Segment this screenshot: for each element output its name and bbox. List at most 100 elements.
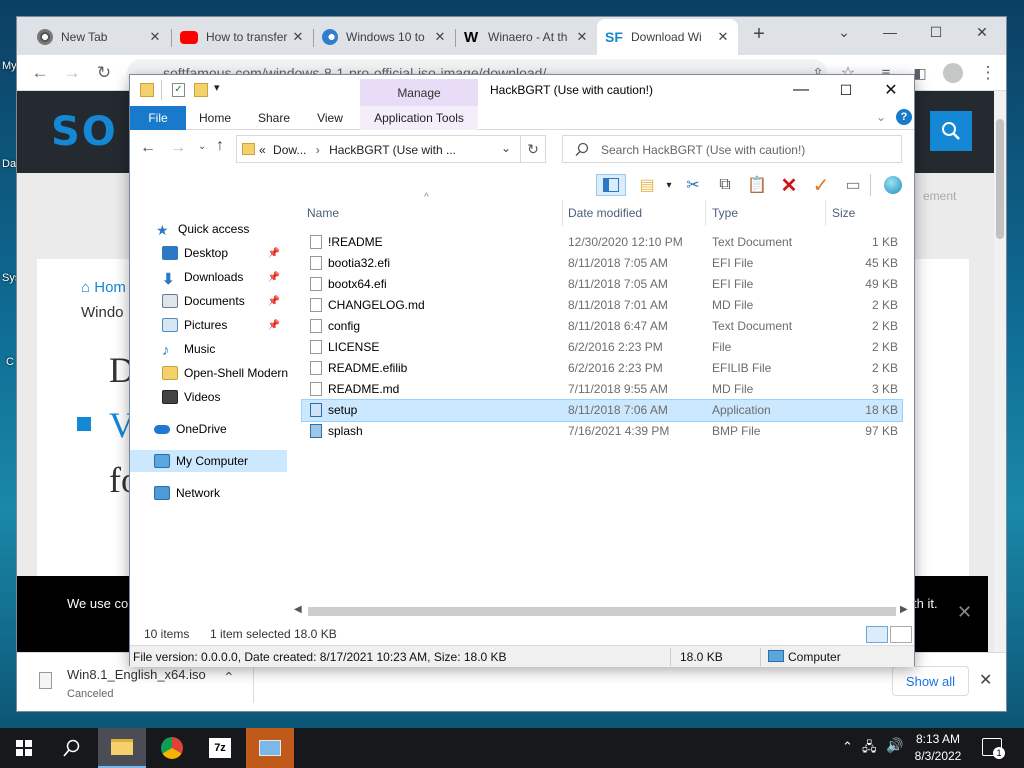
help-icon[interactable]: ?	[896, 109, 912, 125]
nav-music[interactable]: ♪ Music	[130, 338, 290, 360]
tab-new-tab[interactable]: New Tab ✕	[29, 19, 170, 55]
start-button[interactable]	[0, 728, 48, 768]
tab-manage[interactable]: Manage	[360, 79, 478, 106]
site-logo[interactable]: SO	[51, 109, 118, 155]
minimize-button[interactable]: —	[867, 17, 913, 47]
breadcrumb-overflow[interactable]: «	[259, 143, 266, 157]
column-header-name[interactable]: Name	[307, 202, 339, 226]
chevron-down-icon[interactable]: ⌄	[501, 141, 511, 155]
file-row[interactable]: LICENSE 6/2/2016 2:23 PM File 2 KB	[302, 337, 902, 358]
tab-application-tools[interactable]: Application Tools	[360, 106, 478, 130]
nav-my-computer[interactable]: My Computer	[130, 450, 287, 472]
site-search-button[interactable]	[930, 111, 972, 151]
layout-pane-icon[interactable]	[596, 174, 626, 196]
nav-documents[interactable]: Documents 📌	[130, 290, 290, 312]
breadcrumb-downloads[interactable]: Dow...	[273, 143, 306, 157]
menu-kebab-icon[interactable]: ⋮	[975, 61, 1001, 85]
column-header-size[interactable]: Size	[832, 202, 855, 226]
column-separator[interactable]	[825, 200, 826, 226]
desktop-icon-label[interactable]: My	[2, 60, 17, 72]
notification-icon[interactable]: 1	[982, 738, 1005, 759]
check-icon[interactable]: ✓	[810, 174, 832, 197]
nav-videos[interactable]: Videos	[130, 386, 290, 408]
network-icon[interactable]: 🖧	[862, 738, 877, 760]
large-icons-view-button[interactable]	[890, 626, 912, 643]
reload-icon[interactable]: ↻	[91, 61, 117, 85]
breadcrumb-home[interactable]: ⌂ Hom	[81, 279, 126, 296]
recent-locations-icon[interactable]: ⌄	[198, 141, 206, 152]
close-tab-icon[interactable]: ✕	[433, 29, 447, 45]
nav-desktop[interactable]: Desktop 📌	[130, 242, 290, 264]
search-box[interactable]: Search HackBGRT (Use with caution!)	[562, 135, 902, 163]
tab-view[interactable]: View	[308, 106, 352, 130]
file-row[interactable]: README.efilib 6/2/2016 2:23 PM EFILIB File…	[302, 358, 902, 379]
pin-icon[interactable]: 📌	[268, 320, 280, 331]
file-row[interactable]: README.md 7/11/2018 9:55 AM MD File 3 KB	[302, 379, 902, 400]
close-button[interactable]: ✕	[868, 75, 914, 105]
tab-how-to-transfer[interactable]: How to transfer ✕	[172, 19, 313, 55]
scrollbar-thumb[interactable]	[308, 607, 896, 616]
column-separator[interactable]	[705, 200, 706, 226]
maximize-button[interactable]: ☐	[913, 17, 959, 47]
properties-icon[interactable]: ✓	[172, 83, 185, 97]
tab-winaero[interactable]: W Winaero - At th ✕	[456, 19, 597, 55]
globe-icon[interactable]	[882, 174, 904, 196]
minimize-button[interactable]: —	[778, 75, 824, 105]
taskbar-file-explorer[interactable]	[98, 728, 146, 768]
volume-icon[interactable]: 🔊	[886, 737, 903, 754]
new-item-icon[interactable]: ▤	[636, 174, 658, 196]
maximize-button[interactable]: ☐	[823, 75, 869, 105]
desktop-icon-label[interactable]: Da	[2, 158, 16, 170]
forward-arrow-icon[interactable]: →	[170, 139, 186, 157]
chevron-down-icon[interactable]: ⌄	[821, 17, 867, 47]
nav-pictures[interactable]: Pictures 📌	[130, 314, 290, 336]
tab-share[interactable]: Share	[250, 106, 298, 130]
column-separator[interactable]	[562, 200, 563, 226]
file-row[interactable]: CHANGELOG.md 8/11/2018 7:01 AM MD File 2 KB	[302, 295, 902, 316]
pin-icon[interactable]: 📌	[268, 248, 280, 259]
tab-download-windows[interactable]: SF Download Wi ✕	[597, 19, 738, 55]
new-folder-icon[interactable]	[194, 83, 208, 97]
close-tab-icon[interactable]: ✕	[148, 29, 162, 45]
download-filename[interactable]: Win8.1_English_x64.iso	[67, 667, 206, 682]
horizontal-scrollbar[interactable]: ◀ ▶	[292, 603, 912, 620]
chevron-up-icon[interactable]: ⌃	[842, 739, 853, 755]
customize-quick-access-icon[interactable]: ▾	[214, 81, 220, 94]
new-tab-button[interactable]: +	[749, 23, 769, 49]
tab-file[interactable]: File	[130, 106, 186, 130]
scroll-right-icon[interactable]: ▶	[900, 604, 908, 615]
close-download-bar-icon[interactable]: ✕	[979, 670, 992, 690]
close-tab-icon[interactable]: ✕	[291, 29, 305, 45]
chevron-up-icon[interactable]: ⌃	[223, 669, 235, 686]
rename-icon[interactable]: ▭	[842, 174, 864, 196]
page-scrollbar[interactable]	[994, 91, 1006, 652]
nav-onedrive[interactable]: OneDrive	[130, 418, 290, 440]
up-arrow-icon[interactable]: ↑	[216, 137, 224, 155]
paste-icon[interactable]: 📋	[746, 174, 768, 196]
show-all-button[interactable]: Show all	[892, 666, 969, 696]
close-tab-icon[interactable]: ✕	[716, 29, 730, 45]
desktop-icon-label[interactable]: C	[6, 356, 14, 368]
taskbar-control-panel[interactable]	[246, 728, 294, 768]
back-arrow-icon[interactable]: ←	[140, 139, 156, 157]
clock[interactable]: 8:13 AM 8/3/2022	[910, 732, 966, 763]
nav-network[interactable]: Network	[130, 482, 290, 504]
file-row[interactable]: !README 12/30/2020 12:10 PM Text Document 1…	[302, 232, 902, 253]
scroll-left-icon[interactable]: ◀	[294, 604, 302, 615]
close-tab-icon[interactable]: ✕	[575, 29, 589, 45]
pin-icon[interactable]: 📌	[268, 296, 280, 307]
taskbar-chrome[interactable]	[148, 728, 196, 768]
copy-icon[interactable]: ⧉	[714, 174, 736, 196]
address-bar[interactable]: « Dow... › HackBGRT (Use with ... ⌄	[236, 135, 546, 163]
nav-quick-access[interactable]: ★ Quick access	[130, 218, 290, 240]
back-arrow-icon[interactable]: ←	[27, 61, 53, 85]
column-header-type[interactable]: Type	[712, 202, 738, 226]
close-button[interactable]: ✕	[959, 17, 1005, 47]
nav-downloads[interactable]: ⬇ Downloads 📌	[130, 266, 290, 288]
tab-windows-10[interactable]: Windows 10 to ✕	[314, 19, 455, 55]
expand-ribbon-icon[interactable]: ⌄	[876, 110, 886, 124]
pin-icon[interactable]: 📌	[268, 272, 280, 283]
file-row[interactable]: bootx64.efi 8/11/2018 7:05 AM EFI File 49 K…	[302, 274, 902, 295]
profile-avatar[interactable]	[943, 63, 963, 83]
delete-icon[interactable]: ✕	[778, 174, 800, 197]
